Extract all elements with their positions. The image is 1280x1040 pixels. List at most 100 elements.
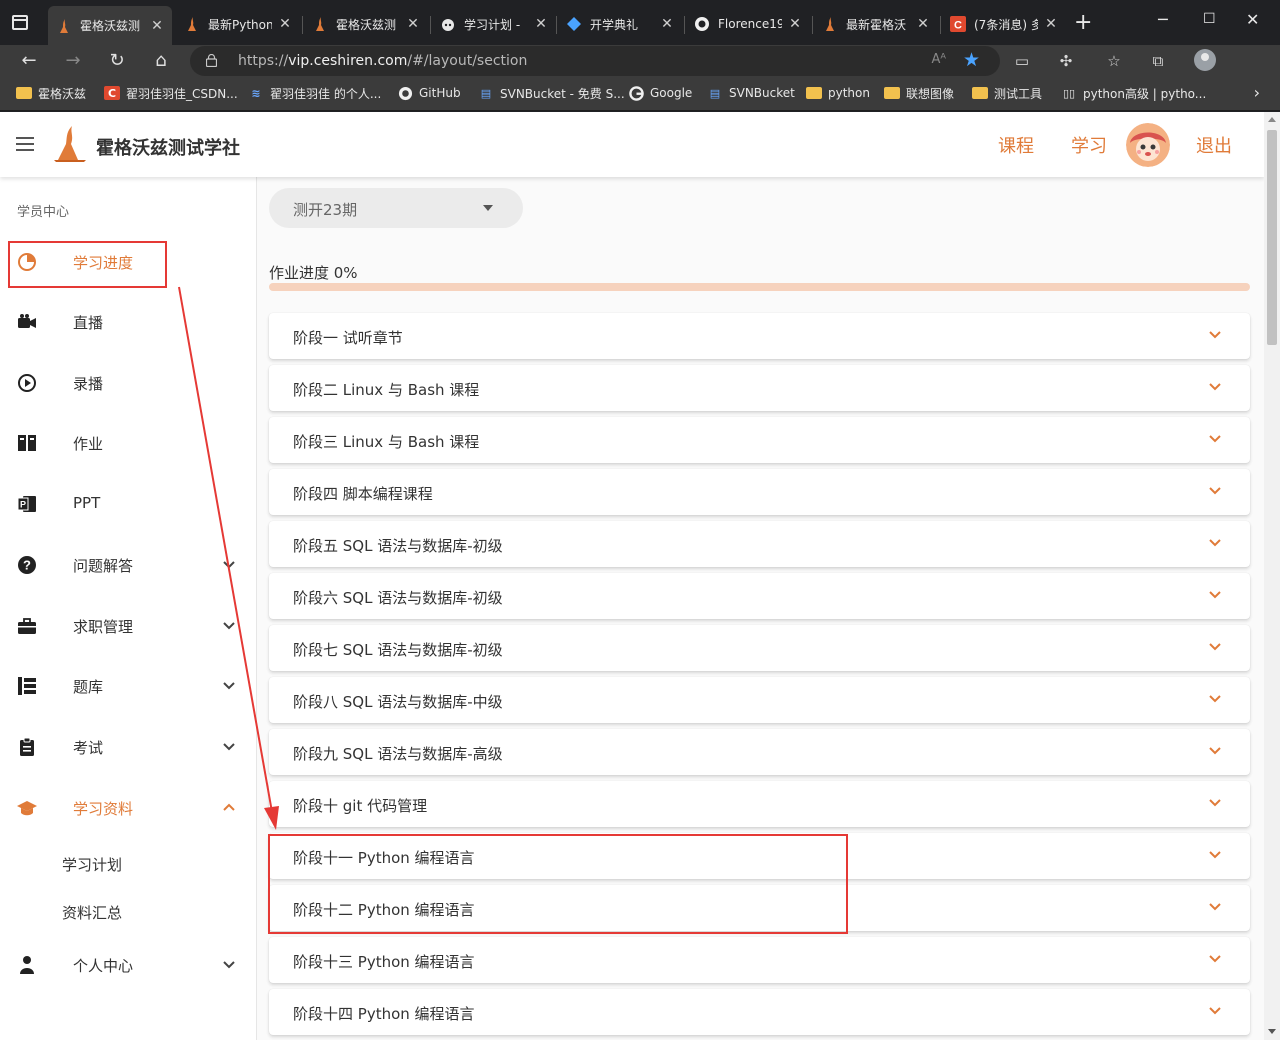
term-select-dropdown[interactable]: 测开23期 (269, 188, 523, 228)
chevron-down-icon[interactable] (1208, 486, 1222, 496)
browser-tab[interactable]: C (7条消息) 多 ✕ (942, 8, 1066, 40)
profile-avatar-icon[interactable] (1194, 49, 1216, 71)
back-arrow-icon[interactable]: ← (17, 49, 41, 73)
stage-accordion-item[interactable]: 阶段七 SQL 语法与数据库-初级 (269, 625, 1250, 671)
close-tab-icon[interactable]: ✕ (916, 16, 930, 32)
new-tab-button[interactable]: + (1074, 12, 1092, 34)
sidebar-item[interactable]: 学习进度 (0, 242, 256, 282)
scrollbar-thumb[interactable] (1267, 130, 1277, 345)
chevron-down-icon[interactable] (1208, 850, 1222, 860)
stage-accordion-item[interactable]: 阶段一 试听章节 (269, 313, 1250, 359)
close-tab-icon[interactable]: ✕ (150, 18, 164, 34)
favorite-star-icon[interactable]: ★ (963, 49, 980, 71)
chevron-down-icon[interactable] (1208, 746, 1222, 756)
sidebar-item[interactable]: 学习资料 (0, 788, 256, 828)
chevron-right-icon[interactable]: › (1254, 83, 1260, 102)
bookmark-item[interactable]: ▯▯ python高级 | pytho... (1061, 84, 1206, 102)
chevron-down-icon[interactable] (1208, 434, 1222, 444)
sidebar-item[interactable]: ? 问题解答 (0, 545, 256, 585)
maximize-icon[interactable]: ☐ (1203, 11, 1216, 27)
forward-arrow-icon[interactable]: → (61, 49, 85, 73)
browser-tab[interactable]: 最新Python ✕ (176, 8, 300, 40)
stage-accordion-item[interactable]: 阶段四 脚本编程课程 (269, 469, 1250, 515)
user-avatar[interactable] (1126, 123, 1170, 167)
sidebar-subitem[interactable]: 学习计划 (62, 854, 122, 875)
close-window-icon[interactable]: ✕ (1246, 10, 1259, 29)
sidebar-item[interactable]: 录播 (0, 363, 256, 403)
sidebar-item[interactable]: 题库 (0, 666, 256, 706)
site-logo[interactable] (50, 124, 90, 164)
bookmark-item[interactable]: Google (628, 84, 692, 102)
sidebar-item[interactable]: 作业 (0, 423, 256, 463)
stage-accordion-item[interactable]: 阶段十一 Python 编程语言 (269, 833, 1250, 879)
close-tab-icon[interactable]: ✕ (278, 16, 292, 32)
nav-logout-link[interactable]: 退出 (1196, 132, 1232, 158)
bookmark-item[interactable]: python (806, 84, 870, 102)
stage-accordion-item[interactable]: 阶段五 SQL 语法与数据库-初级 (269, 521, 1250, 567)
stage-accordion-item[interactable]: 阶段十二 Python 编程语言 (269, 885, 1250, 931)
address-bar[interactable]: https://vip.ceshiren.com/#/layout/sectio… (190, 46, 1000, 76)
nav-learn-link[interactable]: 学习 (1071, 132, 1107, 158)
scroll-up-arrow-icon[interactable] (1268, 117, 1276, 122)
close-tab-icon[interactable]: ✕ (406, 16, 420, 32)
bookmark-item[interactable]: ▤ SVNBucket - 免费 S... (478, 84, 625, 102)
extensions-puzzle-icon[interactable]: ✣ (1055, 50, 1077, 72)
chevron-down-icon[interactable] (1208, 694, 1222, 704)
chevron-down-icon[interactable] (1208, 330, 1222, 340)
stage-accordion-item[interactable]: 阶段十四 Python 编程语言 (269, 989, 1250, 1035)
chevron-up-icon[interactable] (222, 800, 236, 814)
stage-accordion-item[interactable]: 阶段二 Linux 与 Bash 课程 (269, 365, 1250, 411)
sidebar-item[interactable]: 个人中心 (0, 945, 256, 985)
browser-tab[interactable]: 霍格沃兹测 ✕ (304, 8, 428, 40)
stage-accordion-item[interactable]: 阶段六 SQL 语法与数据库-初级 (269, 573, 1250, 619)
lock-icon[interactable] (206, 54, 217, 67)
browser-tab[interactable]: 开学典礼 ✕ (558, 8, 682, 40)
bookmark-item[interactable]: 霍格沃兹 (16, 84, 86, 102)
sidebar-item[interactable]: P PPT (0, 484, 256, 524)
sidebar-item[interactable]: 考试 (0, 727, 256, 767)
sidebar-item[interactable]: 求职管理 (0, 606, 256, 646)
refresh-icon[interactable]: ↻ (105, 49, 129, 73)
favorites-icon[interactable]: ☆ (1103, 50, 1125, 72)
scroll-down-arrow-icon[interactable] (1268, 1029, 1276, 1034)
chevron-down-icon[interactable] (222, 678, 236, 692)
site-brand-name[interactable]: 霍格沃兹测试学社 (96, 134, 240, 160)
stage-accordion-item[interactable]: 阶段三 Linux 与 Bash 课程 (269, 417, 1250, 463)
menu-hamburger-icon[interactable] (16, 137, 34, 151)
bookmark-item[interactable]: ▤ SVNBucket (707, 84, 795, 102)
bookmark-item[interactable]: GitHub (397, 84, 461, 102)
stage-accordion-item[interactable]: 阶段十三 Python 编程语言 (269, 937, 1250, 983)
nav-courses-link[interactable]: 课程 (998, 132, 1034, 158)
close-tab-icon[interactable]: ✕ (1044, 16, 1058, 32)
stage-accordion-item[interactable]: 阶段十 git 代码管理 (269, 781, 1250, 827)
url-text[interactable]: https://vip.ceshiren.com/#/layout/sectio… (238, 53, 527, 69)
bookmark-item[interactable]: ≋ 翟羽佳羽佳 的个人... (248, 84, 381, 102)
bookmark-item[interactable]: 测试工具 (972, 84, 1042, 102)
collections-icon[interactable]: ⧉ (1147, 50, 1169, 72)
browser-tab[interactable]: 最新霍格沃 ✕ (814, 8, 938, 40)
browser-tab[interactable]: Florence19 ✕ (686, 8, 810, 40)
close-tab-icon[interactable]: ✕ (534, 16, 548, 32)
chevron-down-icon[interactable] (222, 957, 236, 971)
stage-accordion-item[interactable]: 阶段八 SQL 语法与数据库-中级 (269, 677, 1250, 723)
close-tab-icon[interactable]: ✕ (660, 16, 674, 32)
page-scrollbar[interactable] (1264, 112, 1280, 1040)
chevron-down-icon[interactable] (1208, 902, 1222, 912)
browser-tab[interactable]: 学习计划 - ✕ (432, 8, 556, 40)
stage-accordion-item[interactable]: 阶段九 SQL 语法与数据库-高级 (269, 729, 1250, 775)
sidebar-subitem[interactable]: 资料汇总 (62, 902, 122, 923)
bookmark-item[interactable]: C 翟羽佳羽佳_CSDN... (104, 84, 238, 102)
chevron-down-icon[interactable] (222, 557, 236, 571)
close-tab-icon[interactable]: ✕ (788, 16, 802, 32)
minimize-icon[interactable]: ─ (1158, 10, 1168, 29)
read-aloud-icon[interactable]: Aᴬ (932, 52, 947, 67)
bookmark-item[interactable]: 联想图像 (884, 84, 954, 102)
extension-terminal-icon[interactable]: ▭ (1011, 50, 1033, 72)
chevron-down-icon[interactable] (222, 739, 236, 753)
sidebar-item[interactable]: 直播 (0, 302, 256, 342)
chevron-down-icon[interactable] (1208, 382, 1222, 392)
chevron-down-icon[interactable] (1208, 798, 1222, 808)
home-icon[interactable]: ⌂ (149, 49, 173, 73)
chevron-down-icon[interactable] (1208, 642, 1222, 652)
chevron-down-icon[interactable] (1208, 538, 1222, 548)
